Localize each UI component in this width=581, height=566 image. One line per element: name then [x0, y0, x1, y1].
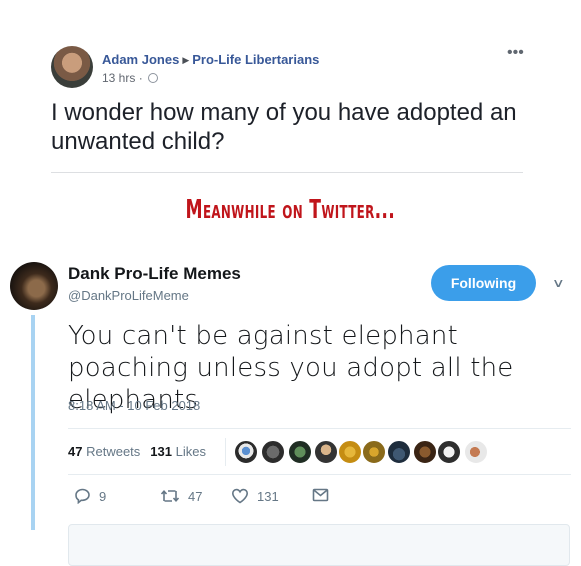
reply-box[interactable]: [68, 524, 570, 566]
liker-avatar[interactable]: [234, 440, 258, 464]
likes-stat[interactable]: 131 Likes: [150, 444, 206, 459]
meme-caption: Meanwhile on Twitter...: [185, 195, 396, 225]
globe-icon: [148, 73, 159, 83]
ellipsis-icon[interactable]: •••: [507, 44, 524, 62]
tweet-timestamp[interactable]: 8:18 AM - 10 Feb 2018: [68, 398, 200, 413]
liker-avatar[interactable]: [464, 440, 488, 464]
facebook-post-time[interactable]: 13 hrs: [102, 71, 135, 85]
divider: [225, 438, 226, 466]
retweets-stat[interactable]: 47 Retweets: [68, 444, 140, 459]
reply-button[interactable]: 9: [74, 488, 106, 504]
liker-avatar[interactable]: [413, 440, 437, 464]
arrow-right-icon: ▶: [182, 55, 190, 65]
tweet-stats: 47 Retweets 131 Likes: [68, 444, 206, 459]
facebook-post-header: Adam Jones ▶ Pro-Life Libertarians: [102, 52, 319, 67]
liker-avatar[interactable]: [314, 440, 338, 464]
facebook-post-text: I wonder how many of you have adopted an…: [51, 99, 517, 155]
facebook-author-link[interactable]: Adam Jones: [102, 52, 179, 67]
facebook-post-meta: 13 hrs ·: [102, 71, 159, 85]
liker-avatar[interactable]: [261, 440, 285, 464]
reply-count: 9: [99, 488, 107, 504]
like-count: 131: [257, 488, 279, 504]
liker-avatar[interactable]: [362, 440, 386, 464]
facebook-group-link[interactable]: Pro-Life Libertarians: [192, 52, 319, 67]
thread-line: [31, 315, 35, 530]
twitter-handle[interactable]: @DankProLifeMeme: [68, 288, 189, 303]
twitter-author-avatar[interactable]: [10, 262, 58, 310]
liker-avatar[interactable]: [387, 440, 411, 464]
chevron-down-icon[interactable]: ∨: [552, 276, 565, 290]
divider: [51, 172, 523, 173]
liker-avatar[interactable]: [437, 440, 461, 464]
twitter-display-name[interactable]: Dank Pro-Life Memes: [68, 264, 241, 284]
following-button[interactable]: Following: [431, 265, 536, 301]
divider: [68, 474, 571, 475]
divider: [68, 428, 571, 429]
tweet-actions: 9 47 131: [68, 488, 368, 508]
retweet-button[interactable]: 47: [160, 488, 202, 504]
retweet-count: 47: [188, 488, 203, 504]
retweet-icon: [160, 489, 180, 503]
direct-message-button[interactable]: [312, 488, 329, 502]
like-button[interactable]: 131: [231, 488, 279, 504]
heart-icon: [231, 488, 249, 504]
facebook-author-avatar[interactable]: [51, 46, 93, 88]
liker-avatar[interactable]: [288, 440, 312, 464]
envelope-icon: [312, 488, 329, 502]
reply-icon: [75, 488, 90, 504]
liker-avatar[interactable]: [338, 440, 362, 464]
